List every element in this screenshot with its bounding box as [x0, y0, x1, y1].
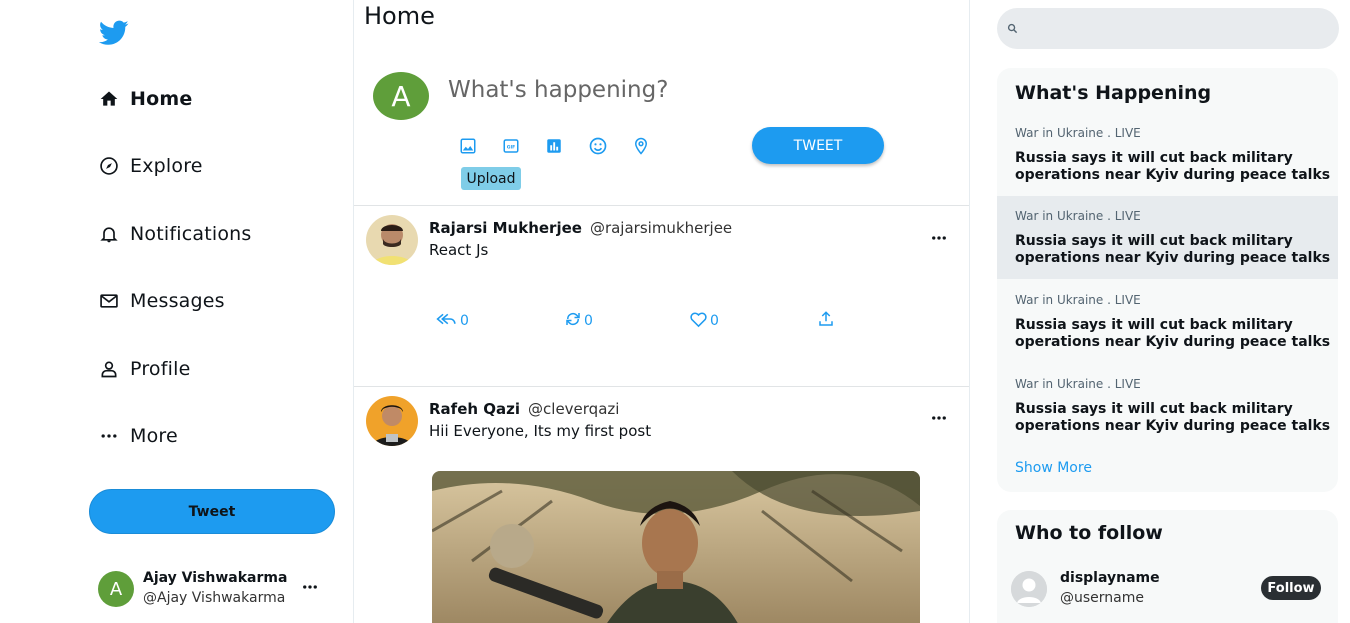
trend-meta: War in Ukraine . LIVE	[1015, 377, 1141, 391]
svg-text:GIF: GIF	[507, 144, 515, 150]
retweet-count: 0	[584, 313, 593, 329]
reply-count: 0	[460, 313, 469, 329]
emoji-icon[interactable]	[588, 136, 608, 156]
like-button[interactable]: 0	[689, 310, 719, 332]
sidebar-item-label: More	[130, 425, 178, 447]
image-icon[interactable]	[458, 136, 478, 156]
sidebar-item-profile[interactable]: Profile	[98, 353, 190, 385]
right-panel: What's Happening War in Ukraine . LIVE R…	[970, 0, 1350, 623]
account-name: Ajay Vishwakarma	[143, 570, 288, 586]
bell-icon	[98, 223, 120, 245]
tweet-author-name[interactable]: Rajarsi Mukherjee	[429, 219, 582, 237]
search-bar[interactable]	[997, 8, 1339, 49]
search-input[interactable]	[1026, 20, 1326, 37]
share-button[interactable]	[817, 310, 835, 332]
home-icon	[98, 88, 120, 110]
account-switcher[interactable]: A Ajay Vishwakarma @Ajay Vishwakarma	[98, 568, 328, 608]
tweet-card[interactable]: Rafeh Qazi @cleverqazi Hii Everyone, Its …	[354, 388, 969, 623]
share-icon	[817, 310, 835, 332]
account-handle: @Ajay Vishwakarma	[143, 590, 286, 606]
mail-icon	[98, 290, 120, 312]
sidebar-item-label: Profile	[130, 358, 191, 380]
sidebar: Home Explore Notifications Messages Prof…	[0, 0, 353, 623]
avatar[interactable]	[366, 396, 418, 446]
show-more-link[interactable]: Show More	[1015, 460, 1092, 476]
default-avatar-icon[interactable]	[1011, 571, 1047, 607]
follow-display-name[interactable]: displayname	[1060, 570, 1160, 586]
more-dots-icon[interactable]	[930, 409, 948, 431]
heart-icon	[689, 310, 708, 332]
tweet-author-handle[interactable]: @rajarsimukherjee	[590, 219, 732, 237]
sidebar-item-label: Messages	[130, 290, 225, 312]
trend-item[interactable]: War in Ukraine . LIVE Russia says it wil…	[997, 113, 1338, 196]
tweet-text: Hii Everyone, Its my first post	[429, 422, 652, 440]
reply-all-icon	[436, 310, 458, 332]
tweet-author-name[interactable]: Rafeh Qazi	[429, 400, 520, 418]
trend-meta: War in Ukraine . LIVE	[1015, 293, 1141, 307]
search-icon	[1007, 19, 1018, 38]
more-dots-icon[interactable]	[930, 229, 948, 251]
tweet-image[interactable]	[432, 471, 920, 623]
more-dots-icon	[98, 425, 120, 447]
twitter-bird-icon[interactable]	[98, 20, 129, 46]
feed: Home A GIF Upload TWEET Rajarsi Mukherje…	[353, 0, 970, 623]
sidebar-item-more[interactable]: More	[98, 420, 178, 452]
tweet-header: Rafeh Qazi @cleverqazi	[429, 400, 619, 418]
trend-item[interactable]: War in Ukraine . LIVE Russia says it wil…	[997, 280, 1338, 363]
trend-headline: Russia says it will cut back military op…	[1015, 401, 1331, 434]
avatar[interactable]	[366, 215, 418, 265]
tweet-card[interactable]: Rajarsi Mukherjee @rajarsimukherjee React…	[354, 207, 969, 387]
sidebar-item-label: Home	[130, 88, 193, 110]
compass-icon	[98, 155, 120, 177]
follow-username[interactable]: @username	[1060, 590, 1144, 606]
tweet-text: React Js	[429, 241, 489, 259]
sidebar-item-notifications[interactable]: Notifications	[98, 218, 252, 250]
tweet-composer: A GIF Upload TWEET	[354, 52, 969, 206]
whats-happening-card: What's Happening War in Ukraine . LIVE R…	[997, 68, 1338, 492]
reply-button[interactable]: 0	[436, 310, 469, 332]
page-title: Home	[364, 2, 435, 30]
trend-meta: War in Ukraine . LIVE	[1015, 126, 1141, 140]
trend-item[interactable]: War in Ukraine . LIVE Russia says it wil…	[997, 196, 1338, 279]
sidebar-tweet-button[interactable]: Tweet	[89, 489, 335, 534]
trend-headline: Russia says it will cut back military op…	[1015, 233, 1331, 266]
card-title: What's Happening	[1015, 82, 1212, 104]
trend-meta: War in Ukraine . LIVE	[1015, 209, 1141, 223]
sidebar-item-label: Notifications	[130, 223, 252, 245]
gif-icon[interactable]: GIF	[501, 136, 521, 156]
follow-button[interactable]: Follow	[1261, 576, 1321, 600]
tweet-author-handle[interactable]: @cleverqazi	[528, 400, 619, 418]
retweet-icon	[564, 310, 582, 332]
location-icon[interactable]	[631, 136, 651, 156]
retweet-button[interactable]: 0	[564, 310, 593, 332]
avatar: A	[98, 571, 134, 607]
trend-headline: Russia says it will cut back military op…	[1015, 150, 1331, 183]
compose-input[interactable]	[448, 72, 888, 108]
who-to-follow-card: Who to follow displayname @username Foll…	[997, 510, 1338, 623]
person-icon	[98, 358, 120, 380]
tweet-button[interactable]: TWEET	[752, 127, 884, 164]
trend-item[interactable]: War in Ukraine . LIVE Russia says it wil…	[997, 364, 1338, 447]
more-dots-icon[interactable]	[301, 578, 319, 600]
poll-icon[interactable]	[544, 136, 564, 156]
sidebar-item-explore[interactable]: Explore	[98, 150, 203, 182]
tweet-header: Rajarsi Mukherjee @rajarsimukherjee	[429, 219, 732, 237]
sidebar-item-home[interactable]: Home	[98, 83, 192, 115]
like-count: 0	[710, 313, 719, 329]
trend-headline: Russia says it will cut back military op…	[1015, 317, 1331, 350]
sidebar-item-label: Explore	[130, 155, 203, 177]
upload-button[interactable]: Upload	[461, 167, 521, 190]
card-title: Who to follow	[1015, 522, 1163, 544]
sidebar-item-messages[interactable]: Messages	[98, 285, 225, 317]
avatar: A	[373, 72, 429, 120]
